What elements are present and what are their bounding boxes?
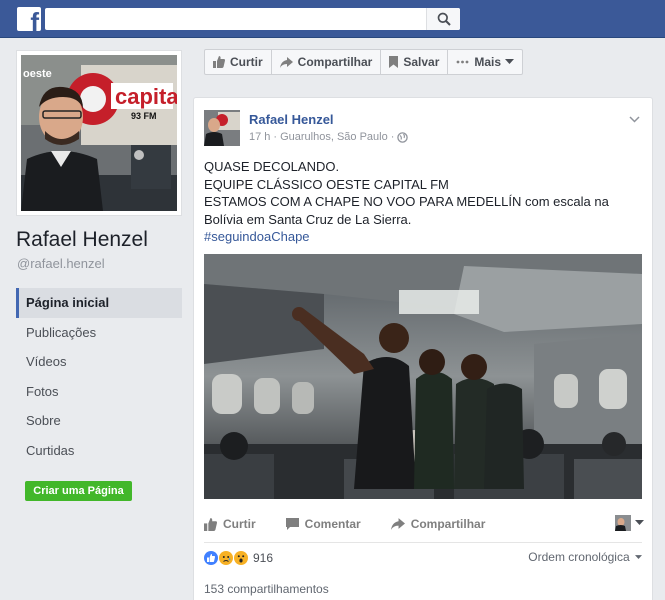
post-options-chevron-icon[interactable] bbox=[629, 112, 640, 126]
comment-order-dropdown[interactable]: Ordem cronológica bbox=[528, 550, 642, 564]
post-like-button[interactable]: Curtir bbox=[204, 517, 256, 531]
like-page-label: Curtir bbox=[230, 55, 263, 69]
search-input[interactable] bbox=[45, 8, 425, 30]
search-box bbox=[45, 8, 460, 30]
post-like-label: Curtir bbox=[223, 517, 256, 531]
post-author-avatar[interactable] bbox=[204, 110, 240, 146]
svg-text:oeste: oeste bbox=[23, 68, 52, 80]
more-dots-icon bbox=[456, 60, 469, 64]
caret-down-icon bbox=[635, 555, 642, 560]
post-line: EQUIPE CLÁSSICO OESTE CAPITAL FM bbox=[204, 176, 449, 192]
airplane-cabin-image bbox=[204, 254, 642, 499]
meta-separator: · bbox=[390, 131, 395, 143]
nav-item-home[interactable]: Página inicial bbox=[16, 288, 182, 318]
post-comment-button[interactable]: Comentar bbox=[285, 517, 361, 531]
left-navigation: Página inicial Publicações Vídeos Fotos … bbox=[16, 288, 182, 465]
facebook-logo-icon[interactable]: f bbox=[17, 7, 41, 31]
create-page-button[interactable]: Criar uma Página bbox=[25, 481, 132, 501]
thumbs-up-icon bbox=[213, 56, 225, 68]
comment-icon bbox=[285, 518, 299, 530]
like-reaction-icon bbox=[204, 551, 218, 565]
post-body: QUASE DECOLANDO. EQUIPE CLÁSSICO OESTE C… bbox=[204, 158, 644, 246]
avatar-image bbox=[204, 110, 240, 146]
reactions-summary[interactable]: 916 Ordem cronológica bbox=[204, 548, 644, 568]
caret-down-icon bbox=[635, 520, 644, 525]
sad-reaction-icon bbox=[219, 551, 233, 565]
globe-icon[interactable] bbox=[397, 131, 409, 143]
search-icon bbox=[437, 12, 451, 26]
page-username: @rafael.henzel bbox=[17, 256, 105, 271]
meta-separator: · bbox=[273, 131, 278, 143]
post-location[interactable]: Guarulhos, São Paulo bbox=[280, 131, 388, 143]
svg-text:capita: capita bbox=[115, 84, 177, 109]
reaction-count: 916 bbox=[253, 551, 274, 565]
post-actions: Curtir Comentar Compartilhar bbox=[204, 511, 644, 537]
post-share-button[interactable]: Compartilhar bbox=[390, 517, 486, 531]
share-arrow-icon bbox=[279, 56, 293, 68]
bookmark-icon bbox=[389, 56, 399, 68]
post-hashtag-link[interactable]: #seguindoaChape bbox=[204, 228, 644, 246]
post-divider bbox=[204, 542, 642, 543]
post-photo[interactable] bbox=[204, 254, 642, 499]
post-author-name[interactable]: Rafael Henzel bbox=[249, 112, 334, 127]
profile-picture[interactable]: capita 93 FM oeste bbox=[16, 50, 182, 216]
more-label: Mais bbox=[474, 55, 502, 69]
top-bar: f bbox=[0, 0, 665, 38]
nav-item-about[interactable]: Sobre bbox=[16, 406, 182, 436]
comment-order-label: Ordem cronológica bbox=[528, 550, 630, 564]
post-line: ESTAMOS COM A CHAPE NO VOO PARA MEDELLÍN… bbox=[204, 194, 609, 227]
post-comment-label: Comentar bbox=[304, 517, 361, 531]
post-share-label: Compartilhar bbox=[410, 517, 486, 531]
post-as-selector[interactable] bbox=[615, 515, 644, 531]
post-meta: 17 h · Guarulhos, São Paulo · bbox=[249, 131, 409, 143]
like-page-button[interactable]: Curtir bbox=[204, 49, 272, 75]
svg-text:93 FM: 93 FM bbox=[131, 111, 157, 121]
thumbs-up-icon bbox=[204, 517, 217, 531]
caret-down-icon bbox=[505, 59, 515, 64]
post-time[interactable]: 17 h bbox=[249, 131, 270, 143]
save-page-button[interactable]: Salvar bbox=[380, 49, 449, 75]
nav-item-photos[interactable]: Fotos bbox=[16, 377, 182, 407]
post-line: QUASE DECOLANDO. bbox=[204, 159, 340, 174]
nav-item-likes[interactable]: Curtidas bbox=[16, 436, 182, 466]
nav-item-videos[interactable]: Vídeos bbox=[16, 347, 182, 377]
page-avatar-icon bbox=[615, 515, 631, 531]
share-page-label: Compartilhar bbox=[297, 55, 373, 69]
post-card: Rafael Henzel 17 h · Guarulhos, São Paul… bbox=[193, 97, 653, 600]
share-arrow-icon bbox=[390, 518, 405, 530]
share-page-button[interactable]: Compartilhar bbox=[270, 49, 382, 75]
more-button[interactable]: Mais bbox=[447, 49, 524, 75]
profile-photo: capita 93 FM oeste bbox=[21, 55, 177, 211]
share-count-link[interactable]: 153 compartilhamentos bbox=[204, 582, 329, 596]
page-title: Rafael Henzel bbox=[16, 228, 148, 251]
wow-reaction-icon bbox=[234, 551, 248, 565]
save-page-label: Salvar bbox=[403, 55, 440, 69]
nav-item-posts[interactable]: Publicações bbox=[16, 318, 182, 348]
page-action-bar: Curtir Compartilhar Salvar Mais bbox=[204, 49, 524, 75]
search-button[interactable] bbox=[426, 8, 460, 30]
